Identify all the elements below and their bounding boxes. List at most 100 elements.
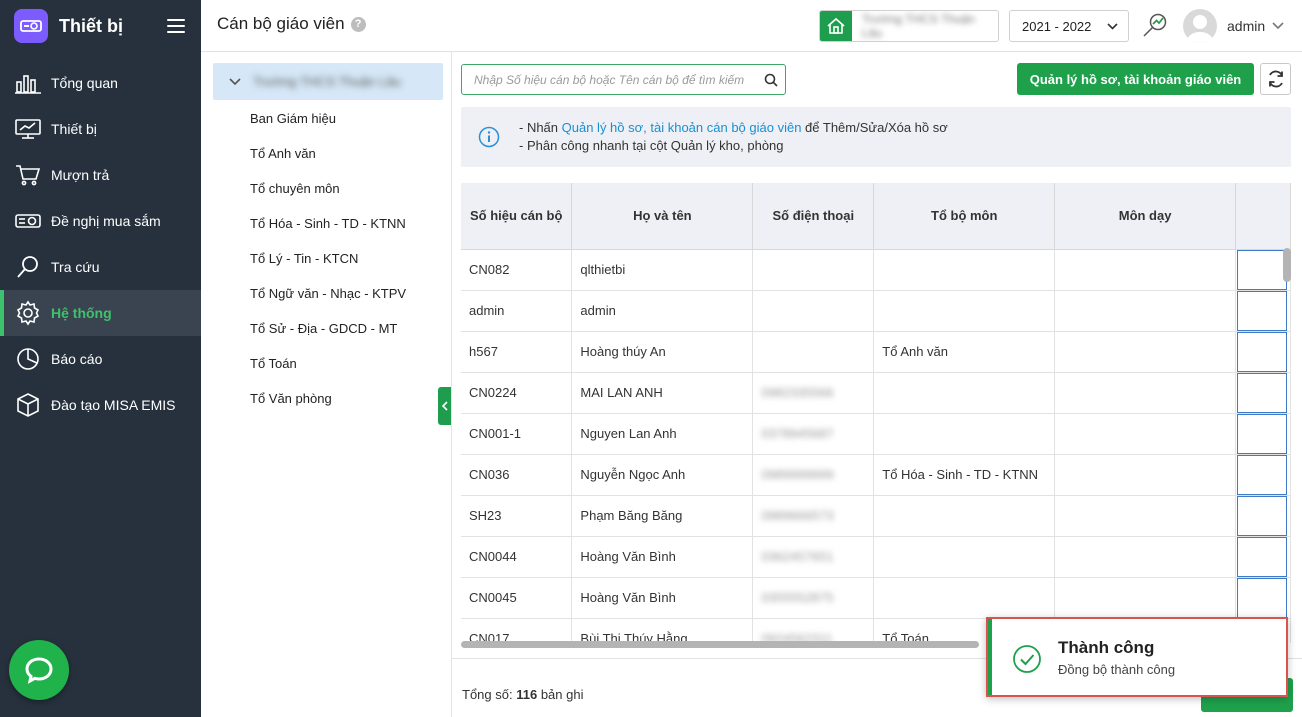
column-header[interactable]: Số điện thoại xyxy=(752,183,875,250)
menu-toggle-icon[interactable] xyxy=(167,19,185,33)
cell-dept: Tổ Hóa - Sinh - TD - KTNN xyxy=(873,454,1056,496)
tree-item[interactable]: Tổ Ngữ văn - Nhạc - KTPV xyxy=(250,283,406,318)
sidebar: Thiết bị Tổng quan Thiết bị Mượn trả Đề … xyxy=(0,0,201,717)
row-action-box[interactable] xyxy=(1236,536,1287,576)
total-label: Tổng số: xyxy=(462,687,513,702)
table-row[interactable]: h567 Hoàng thúy An Tổ Anh văn xyxy=(461,331,1291,373)
column-header[interactable]: Họ và tên xyxy=(571,183,754,250)
sidebar-item-he-thong[interactable]: Hệ thống xyxy=(0,290,201,336)
table-row[interactable]: SH23 Phạm Băng Băng 0989666573 xyxy=(461,495,1291,537)
table-row[interactable]: CN036 Nguyễn Ngọc Anh 0989999999 Tổ Hóa - S… xyxy=(461,454,1291,496)
manage-profile-button[interactable]: Quản lý hồ sơ, tài khoản giáo viên xyxy=(1017,63,1254,95)
column-header[interactable]: Môn dạy xyxy=(1054,183,1236,250)
sidebar-item-thiet-bi[interactable]: Thiết bị xyxy=(0,106,201,152)
cell-action xyxy=(1235,454,1291,496)
tree-item[interactable]: Tổ Văn phòng xyxy=(250,388,406,423)
sidebar-item-label: Thiết bị xyxy=(51,121,97,137)
cell-name: Hoàng thúy An xyxy=(571,331,754,373)
chevron-left-icon xyxy=(441,401,448,411)
page-title: Cán bộ giáo viên? xyxy=(217,14,366,34)
horizontal-scrollbar[interactable] xyxy=(461,641,979,648)
school-year-select[interactable]: 2021 - 2022 xyxy=(1009,10,1129,42)
tree-item[interactable]: Tổ Lý - Tin - KTCN xyxy=(250,248,406,283)
cell-code: CN036 xyxy=(461,454,573,496)
table-row[interactable]: CN0224 MAI LAN ANH 0982335566 xyxy=(461,372,1291,414)
cell-subject xyxy=(1054,372,1236,414)
collapse-tree-button[interactable] xyxy=(438,387,451,425)
tree-item[interactable]: Tổ Anh văn xyxy=(250,143,406,178)
cell-code: h567 xyxy=(461,331,573,373)
tree-root-school[interactable]: Trường THCS Thuận Lâu xyxy=(213,63,443,100)
cell-dept xyxy=(873,536,1056,578)
row-action-box[interactable] xyxy=(1236,577,1287,617)
sidebar-item-dao-tao[interactable]: Đào tạo MISA EMIS xyxy=(0,382,201,428)
table-row[interactable]: CN0044 Hoàng Văn Bình 0362457651 xyxy=(461,536,1291,578)
cell-code: admin xyxy=(461,290,573,332)
tree-item[interactable]: Tổ chuyên môn xyxy=(250,178,406,213)
row-action-box[interactable] xyxy=(1236,290,1287,330)
tree-item[interactable]: Tổ Hóa - Sinh - TD - KTNN xyxy=(250,213,406,248)
tree-item[interactable]: Tổ Sử - Địa - GDCD - MT xyxy=(250,318,406,353)
school-selector[interactable]: Trường THCS Thuận Lâu xyxy=(819,10,999,42)
cell-phone xyxy=(752,249,875,291)
cell-name: Nguyễn Ngọc Anh xyxy=(571,454,754,496)
cell-dept xyxy=(873,413,1056,455)
refresh-button[interactable] xyxy=(1260,63,1291,95)
staff-table-container: Số hiệu cán bộ Họ và tên Số điện thoại T… xyxy=(461,183,1291,643)
table-row[interactable]: CN001-1 Nguyen Lan Anh 0378945687 xyxy=(461,413,1291,455)
table-row[interactable]: admin admin xyxy=(461,290,1291,332)
sidebar-item-bao-cao[interactable]: Báo cáo xyxy=(0,336,201,382)
analytics-search-icon[interactable] xyxy=(1141,12,1169,40)
cell-phone: 0362457651 xyxy=(752,536,875,578)
search-input[interactable] xyxy=(462,65,757,94)
table-row[interactable]: CN0045 Hoàng Văn Bình 0355552875 xyxy=(461,577,1291,619)
user-name[interactable]: admin xyxy=(1227,18,1265,34)
sidebar-item-label: Hệ thống xyxy=(51,305,112,321)
cell-action xyxy=(1235,413,1291,455)
column-header[interactable]: Số hiệu cán bộ xyxy=(461,183,573,250)
help-icon[interactable]: ? xyxy=(350,17,366,32)
tree-item[interactable]: Ban Giám hiệu xyxy=(250,108,406,143)
table-row[interactable]: CN082 qlthietbi xyxy=(461,249,1291,291)
sidebar-item-tong-quan[interactable]: Tổng quan xyxy=(0,60,201,106)
tree-item[interactable]: Tổ Toán xyxy=(250,353,406,388)
user-menu-chevron-icon[interactable] xyxy=(1272,17,1284,35)
cell-dept xyxy=(873,577,1056,619)
chat-button[interactable] xyxy=(9,640,69,700)
cell-action xyxy=(1235,536,1291,578)
search-box xyxy=(461,64,786,95)
sidebar-item-label: Đào tạo MISA EMIS xyxy=(51,397,176,413)
staff-table: Số hiệu cán bộ Họ và tên Số điện thoại T… xyxy=(461,183,1291,643)
row-action-box[interactable] xyxy=(1236,495,1287,535)
table-header-row: Số hiệu cán bộ Họ và tên Số điện thoại T… xyxy=(461,183,1291,250)
chevron-down-icon[interactable] xyxy=(229,77,241,86)
row-action-box[interactable] xyxy=(1236,413,1287,453)
sidebar-item-de-nghi-mua-sam[interactable]: Đề nghị mua sắm xyxy=(0,198,201,244)
cell-name: admin xyxy=(571,290,754,332)
search-icon[interactable] xyxy=(757,73,785,87)
table-body: CN082 qlthietbi admin admin h567 Hoàng thúy A… xyxy=(461,249,1291,643)
manage-profile-link[interactable]: Quản lý hồ sơ, tài khoản cán bộ giáo viê… xyxy=(562,120,802,135)
row-action-box[interactable] xyxy=(1236,331,1287,371)
cell-name: Hoàng Văn Bình xyxy=(571,577,754,619)
sidebar-item-label: Tổng quan xyxy=(51,75,118,91)
column-header[interactable]: Tổ bộ môn xyxy=(873,183,1056,250)
cell-subject xyxy=(1054,577,1236,619)
sidebar-item-label: Mượn trả xyxy=(51,167,110,183)
row-action-box[interactable] xyxy=(1236,372,1287,412)
gear-icon xyxy=(14,299,42,327)
row-action-box[interactable] xyxy=(1236,249,1287,289)
cell-code: CN0044 xyxy=(461,536,573,578)
cell-phone xyxy=(752,290,875,332)
top-header: Cán bộ giáo viên? Trường THCS Thuận Lâu … xyxy=(201,0,1302,52)
vertical-scrollbar[interactable] xyxy=(1283,248,1291,282)
search-icon xyxy=(14,253,42,281)
sidebar-item-tra-cuu[interactable]: Tra cứu xyxy=(0,244,201,290)
pie-chart-icon xyxy=(14,345,42,373)
avatar[interactable] xyxy=(1183,9,1217,43)
sidebar-item-muon-tra[interactable]: Mượn trả xyxy=(0,152,201,198)
total-unit: bản ghi xyxy=(540,687,584,702)
row-action-box[interactable] xyxy=(1236,454,1287,494)
cell-phone: 0924562311 xyxy=(752,618,875,643)
cell-phone: 0989666573 xyxy=(752,495,875,537)
